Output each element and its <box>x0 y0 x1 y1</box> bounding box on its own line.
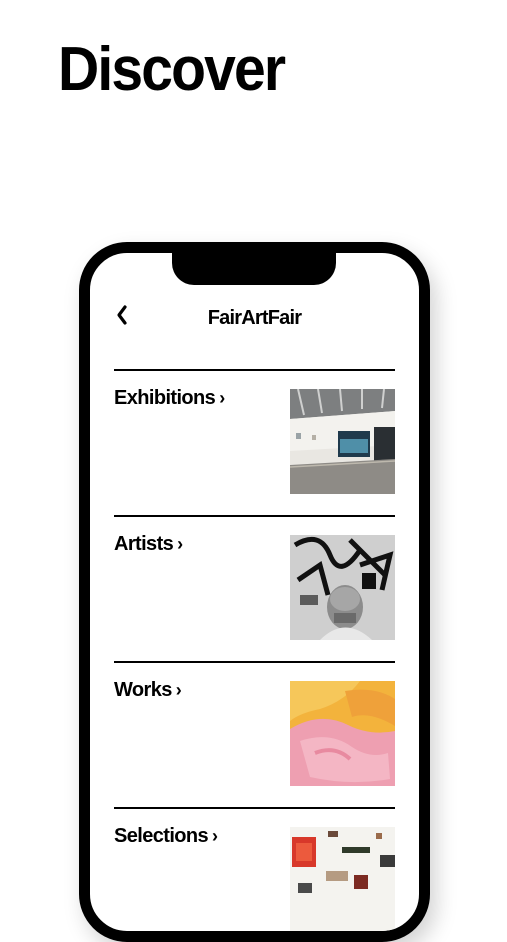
section-row-exhibitions[interactable]: Exhibitions › <box>114 369 395 515</box>
section-list: Exhibitions › Artists › Works › Selectio… <box>114 369 395 931</box>
section-row-works[interactable]: Works › <box>114 661 395 807</box>
section-label: Selections › <box>114 825 218 847</box>
section-label: Works › <box>114 679 182 701</box>
phone-notch <box>172 253 336 285</box>
chevron-right-icon: › <box>175 680 182 700</box>
section-label: Exhibitions › <box>114 387 225 409</box>
section-label: Artists › <box>114 533 183 555</box>
nav-title: FairArtFair <box>207 307 302 329</box>
gallery-wall-image <box>290 827 395 931</box>
gallery-interior-image <box>290 389 395 494</box>
chevron-right-icon: › <box>219 388 225 408</box>
chevron-right-icon: › <box>177 534 183 554</box>
phone-frame: FairArtFair Exhibitions › Artists › Work… <box>79 242 430 942</box>
section-row-selections[interactable]: Selections › <box>114 807 395 931</box>
artist-portrait-image <box>290 535 395 640</box>
page-headline: Discover <box>58 35 286 104</box>
abstract-painting-image <box>290 681 395 786</box>
chevron-right-icon: › <box>212 826 218 846</box>
section-row-artists[interactable]: Artists › <box>114 515 395 661</box>
nav-bar: FairArtFair <box>90 295 419 335</box>
